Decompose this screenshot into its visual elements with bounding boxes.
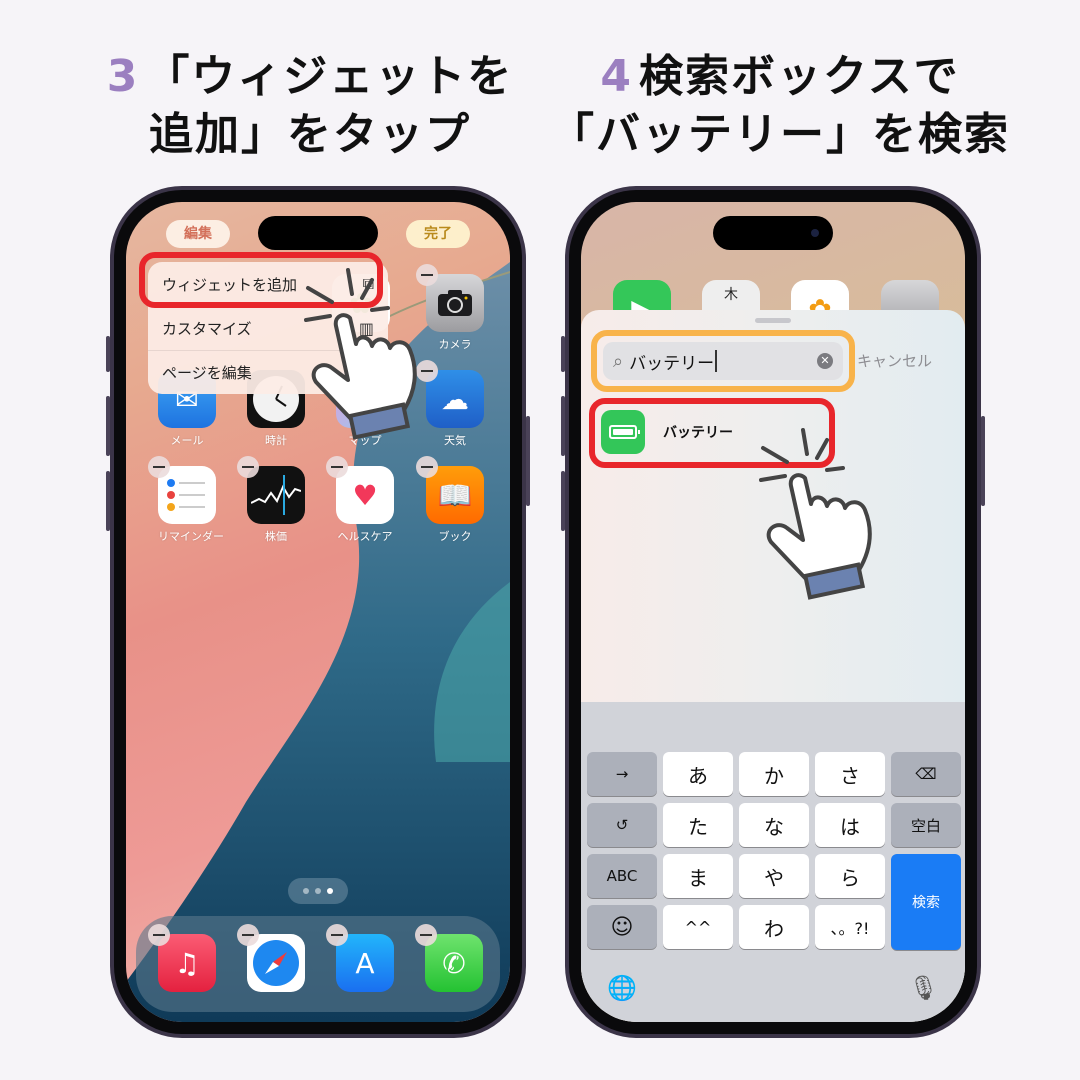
key-punctuation[interactable]: 、。?! xyxy=(815,905,885,949)
key-delete[interactable]: ⌫ xyxy=(891,752,961,796)
key-search[interactable]: 検索 xyxy=(891,854,961,950)
key-undo[interactable]: ↺ xyxy=(587,803,657,847)
volume-up-button xyxy=(561,396,565,456)
step-number: 3 xyxy=(106,51,140,102)
page-indicator[interactable] xyxy=(288,878,348,904)
key-sa[interactable]: さ xyxy=(815,752,885,796)
volume-up-button xyxy=(106,396,110,456)
edit-button[interactable]: 編集 xyxy=(166,220,230,248)
remove-app-button[interactable] xyxy=(415,924,437,946)
remove-app-button[interactable] xyxy=(416,456,438,478)
power-button xyxy=(981,416,985,506)
key-ya[interactable]: や xyxy=(739,854,809,898)
dock-app-app-store[interactable]: A xyxy=(326,924,394,992)
dock-app-phone[interactable]: ✆ xyxy=(415,924,483,992)
front-camera xyxy=(811,229,819,237)
key-wa[interactable]: わ xyxy=(739,905,809,949)
key-ka[interactable]: か xyxy=(739,752,809,796)
step-title-line1: 「ウィジェットを xyxy=(145,51,514,102)
power-button xyxy=(526,416,530,506)
step-number: 4 xyxy=(600,51,633,102)
app-label: 株価 xyxy=(265,530,287,543)
key-next-arrow[interactable]: → xyxy=(587,752,657,796)
page-dot-active xyxy=(327,888,333,894)
home-screen: 編集 完了 ✿ カメラ ✉ メール 時計 xyxy=(126,202,510,1022)
globe-icon[interactable]: 🌐 xyxy=(607,974,637,1002)
dock-app-safari[interactable] xyxy=(237,924,305,992)
key-emoji[interactable]: ☺ xyxy=(587,905,657,949)
action-button xyxy=(561,336,565,372)
phone-mockup-1: 編集 完了 ✿ カメラ ✉ メール 時計 xyxy=(106,186,530,1038)
cancel-button[interactable]: キャンセル xyxy=(857,350,932,371)
app-books[interactable]: 📖 ブック xyxy=(416,456,484,544)
microphone-icon[interactable]: 🎙 xyxy=(909,974,939,1002)
app-label: ブック xyxy=(438,530,472,543)
key-space[interactable]: 空白 xyxy=(891,803,961,847)
app-label: リマインダー xyxy=(158,530,224,543)
remove-app-button[interactable] xyxy=(326,924,348,946)
app-label: ヘルスケア xyxy=(337,530,393,543)
app-health[interactable]: ♥ ヘルスケア xyxy=(326,456,394,544)
dynamic-island xyxy=(713,216,833,250)
app-reminders[interactable]: リマインダー xyxy=(148,456,224,544)
key-kaomoji[interactable]: ^^ xyxy=(663,905,733,949)
remove-app-button[interactable] xyxy=(326,456,348,478)
key-ta[interactable]: た xyxy=(663,803,733,847)
key-abc[interactable]: ABC xyxy=(587,854,657,898)
key-ra[interactable]: ら xyxy=(815,854,885,898)
page-dot xyxy=(303,888,309,894)
page-dot xyxy=(315,888,321,894)
sheet-grabber[interactable] xyxy=(755,318,791,323)
done-button[interactable]: 完了 xyxy=(406,220,470,248)
key-ha[interactable]: は xyxy=(815,803,885,847)
remove-app-button[interactable] xyxy=(237,456,259,478)
volume-down-button xyxy=(561,471,565,531)
key-na[interactable]: な xyxy=(739,803,809,847)
step-3-title: 3 「ウィジェットを 追加」をタップ xyxy=(70,48,550,164)
tap-hand-icon xyxy=(759,428,872,600)
app-stocks[interactable]: 株価 xyxy=(237,456,305,544)
widget-search-screen: ▶ 木 ✿ ⌕ バッテリー ✕ キャンセル バッテリー → あ か さ ⌫ ↺ … xyxy=(581,202,965,1022)
remove-app-button[interactable] xyxy=(148,924,170,946)
highlight-search-box xyxy=(591,330,855,392)
step-title-line2: 「バッテリー」を検索 xyxy=(550,109,1010,160)
step-4-title: 4 検索ボックスで 「バッテリー」を検索 xyxy=(530,48,1030,164)
step-title-line2: 追加」をタップ xyxy=(149,109,471,160)
key-ma[interactable]: ま xyxy=(663,854,733,898)
menu-item-label: カスタマイズ xyxy=(162,320,252,338)
step-title-line1: 検索ボックスで xyxy=(638,51,960,102)
dock-app-music[interactable]: ♫ xyxy=(148,924,216,992)
remove-app-button[interactable] xyxy=(237,924,259,946)
key-a[interactable]: あ xyxy=(663,752,733,796)
japanese-kana-keyboard: → あ か さ ⌫ ↺ た な は 空白 ABC ま や ら 検索 ☺ ^^ わ… xyxy=(581,702,965,1022)
dynamic-island xyxy=(258,216,378,250)
remove-app-button[interactable] xyxy=(148,456,170,478)
volume-down-button xyxy=(106,471,110,531)
action-button xyxy=(106,336,110,372)
menu-item-label: ページを編集 xyxy=(162,364,252,382)
phone-mockup-2: ▶ 木 ✿ ⌕ バッテリー ✕ キャンセル バッテリー → あ か さ ⌫ ↺ … xyxy=(561,186,985,1038)
dock: ♫ A ✆ xyxy=(136,916,500,1012)
app-label: メール xyxy=(170,434,204,447)
tap-hand-icon xyxy=(304,268,417,440)
